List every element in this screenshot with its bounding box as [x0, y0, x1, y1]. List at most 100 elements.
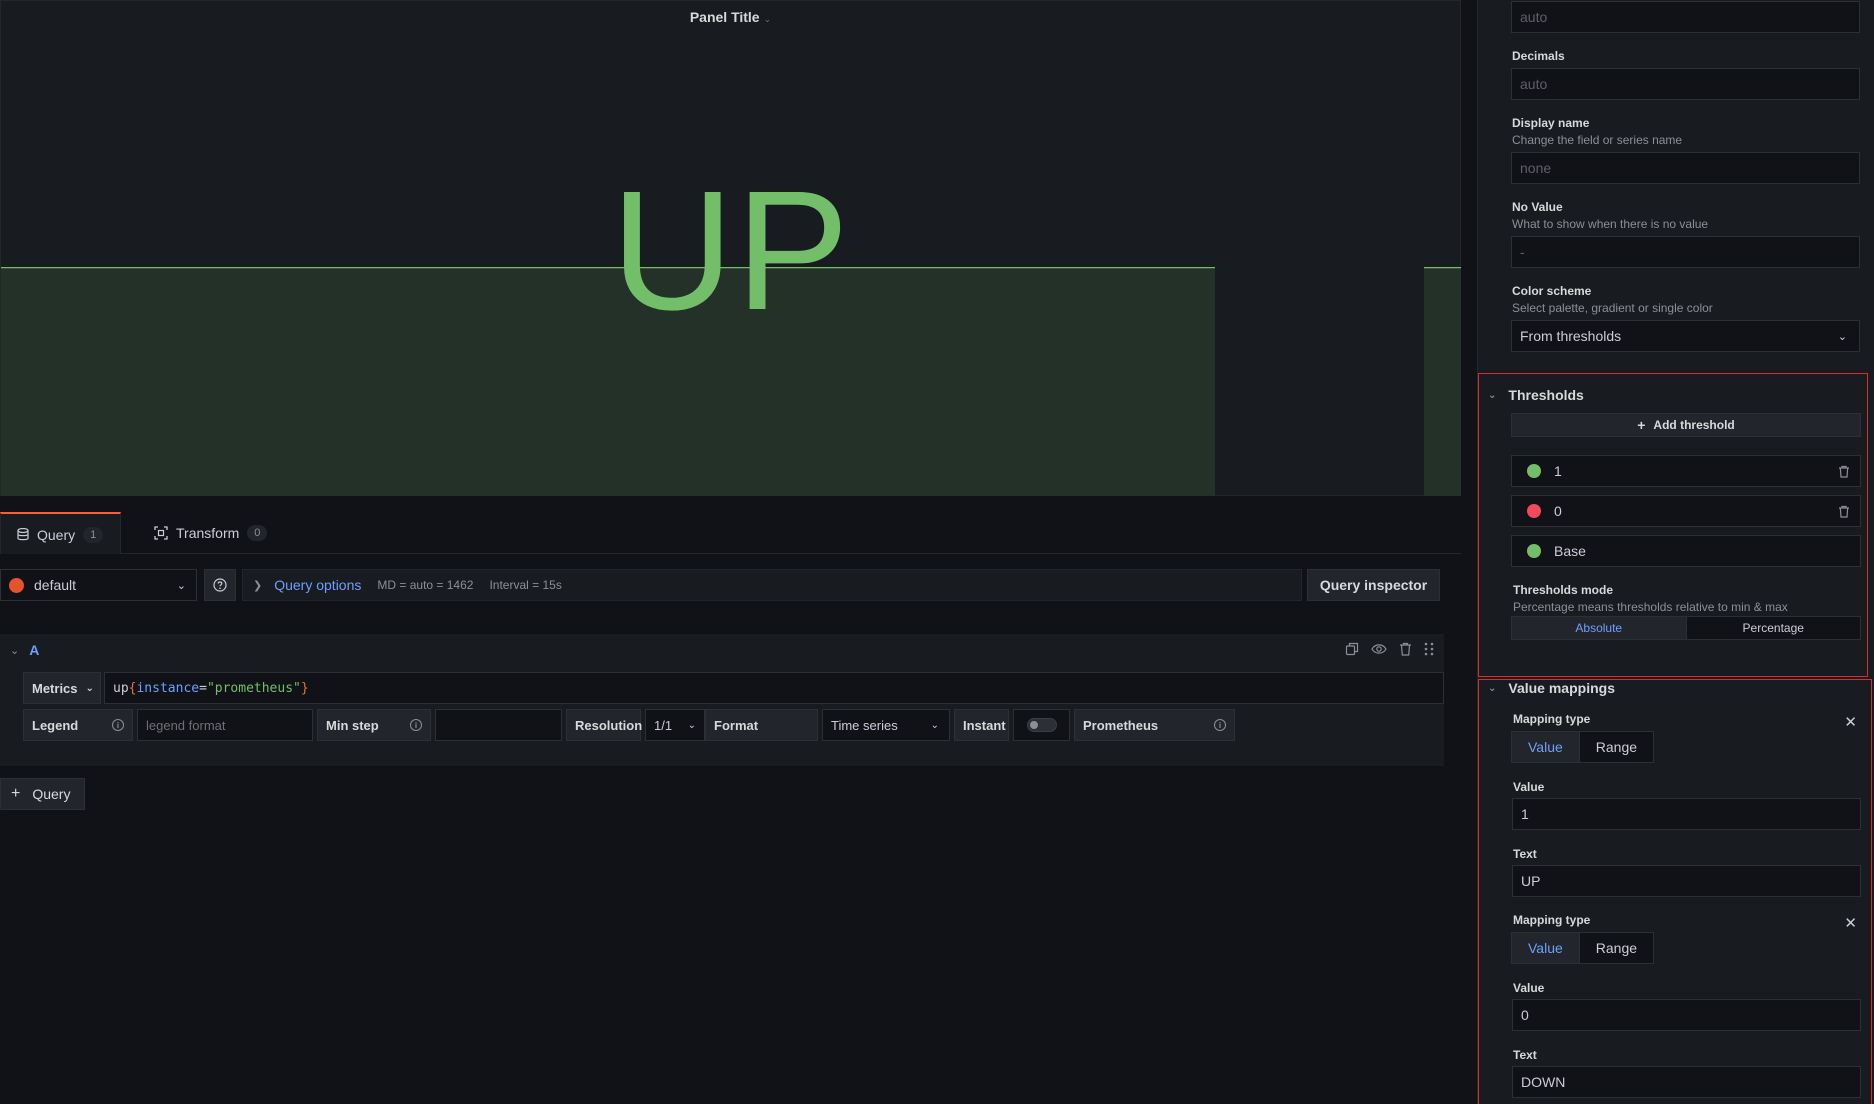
metrics-browser-button[interactable]: Metrics ⌄ [23, 672, 101, 704]
panel-editor: Panel Title ⌄ UP Query 1 Transform 0 defa… [0, 0, 1874, 1104]
min-step-label-text: Min step [326, 717, 379, 733]
mapping-value-input[interactable]: 0 [1512, 999, 1861, 1031]
chevron-down-icon: ⌄ [930, 719, 939, 731]
add-threshold-button[interactable]: + Add threshold [1511, 413, 1861, 437]
format-label: Format [705, 709, 818, 741]
threshold-color-swatch[interactable] [1527, 544, 1541, 558]
query-expression-input[interactable]: up{instance = "prometheus"} [104, 672, 1444, 704]
question-circle-icon [213, 578, 227, 592]
value-mappings-header[interactable]: ⌄ Value mappings [1488, 680, 1615, 696]
transform-icon [154, 526, 168, 540]
threshold-value: Base [1554, 543, 1586, 559]
prometheus-label: Prometheus i [1074, 709, 1235, 741]
copy-icon[interactable] [1345, 642, 1359, 656]
resolution-select[interactable]: 1/1 ⌄ [645, 709, 705, 741]
mapping-type-range[interactable]: Range [1578, 732, 1654, 762]
trash-icon[interactable] [1399, 642, 1412, 656]
add-query-label: Query [32, 786, 71, 802]
thresholds-section: ⌄ Thresholds + Add threshold 1 0 Base Th… [1478, 373, 1868, 677]
chevron-down-icon: ⌄ [1837, 331, 1847, 343]
value-mappings-title: Value mappings [1508, 680, 1615, 696]
instant-label: Instant [954, 709, 1009, 741]
mapping-text-input[interactable]: UP [1512, 865, 1861, 897]
datasource-picker[interactable]: default ⌄ [0, 569, 197, 601]
tab-transform[interactable]: Transform 0 [138, 512, 283, 554]
options-pane: auto Decimals auto Display name Change t… [1477, 0, 1874, 1104]
chevron-down-icon: ⌄ [687, 719, 696, 731]
color-scheme-select[interactable]: From thresholds ⌄ [1511, 320, 1860, 352]
instant-toggle-wrapper [1013, 709, 1070, 741]
trash-icon[interactable] [1838, 465, 1850, 478]
mapping-text-label: Text [1513, 1048, 1537, 1062]
tab-query[interactable]: Query 1 [0, 512, 121, 555]
plus-icon: + [1637, 417, 1646, 433]
datasource-name: default [34, 577, 77, 593]
instant-toggle[interactable] [1026, 718, 1057, 732]
threshold-value: 0 [1554, 503, 1562, 519]
close-icon[interactable]: ✕ [1844, 914, 1857, 932]
tab-transform-count: 0 [247, 525, 268, 541]
display-name-input[interactable]: none [1511, 152, 1860, 184]
close-icon[interactable]: ✕ [1844, 713, 1857, 731]
chevron-down-icon: ⌄ [1488, 389, 1497, 401]
min-step-input[interactable] [435, 709, 562, 741]
expr-label-value: "prometheus" [206, 680, 301, 696]
decimals-input[interactable]: auto [1511, 68, 1860, 100]
query-editor: default ⌄ ❯ Query options MD = auto = 14… [0, 554, 1461, 1104]
info-icon[interactable]: i [112, 719, 124, 731]
query-row-header[interactable]: ⌄ A [0, 634, 1444, 666]
query-inspector-button[interactable]: Query inspector [1307, 569, 1440, 601]
info-icon[interactable]: i [410, 719, 422, 731]
chevron-down-icon[interactable]: ⌄ [10, 644, 19, 657]
min-step-label: Min step i [317, 709, 431, 741]
no-value-input[interactable]: - [1511, 236, 1860, 268]
info-icon[interactable]: i [1214, 719, 1226, 731]
legend-input[interactable]: legend format [137, 709, 313, 741]
threshold-item-base[interactable]: Base [1511, 535, 1861, 567]
add-query-button[interactable]: + Query [0, 778, 85, 810]
mapping-value-input[interactable]: 1 [1512, 798, 1861, 830]
tab-query-label: Query [37, 526, 76, 543]
query-fields-row: Legend i legend format Min step i Resolu… [23, 709, 1235, 741]
threshold-value: 1 [1554, 463, 1562, 479]
mapping-type-value[interactable]: Value [1512, 933, 1579, 963]
mode-absolute-option[interactable]: Absolute [1512, 617, 1686, 639]
trash-icon[interactable] [1838, 505, 1850, 518]
format-select[interactable]: Time series ⌄ [822, 709, 950, 741]
threshold-color-swatch[interactable] [1527, 504, 1541, 518]
add-threshold-label: Add threshold [1653, 418, 1735, 432]
drag-handle-icon[interactable] [1424, 642, 1434, 656]
chevron-right-icon: ❯ [253, 579, 263, 592]
chevron-down-icon: ⌄ [176, 580, 186, 592]
tab-query-count: 1 [83, 526, 104, 543]
eye-icon[interactable] [1371, 642, 1387, 656]
mode-percentage-option[interactable]: Percentage [1685, 617, 1860, 639]
unit-input[interactable]: auto [1511, 1, 1860, 33]
mapping-type-range[interactable]: Range [1578, 933, 1654, 963]
expr-metric: up [113, 680, 129, 696]
expr-eq: = [199, 680, 207, 696]
thresholds-header[interactable]: ⌄ Thresholds [1488, 387, 1584, 403]
threshold-color-swatch[interactable] [1527, 464, 1541, 478]
mapping-value-label: Value [1513, 780, 1545, 794]
expr-label-key: instance [136, 680, 200, 696]
mapping-type-value[interactable]: Value [1512, 732, 1579, 762]
panel-title[interactable]: Panel Title ⌄ [1, 9, 1460, 25]
help-button[interactable] [204, 569, 236, 601]
mapping-text-input[interactable]: DOWN [1512, 1066, 1861, 1098]
panel-title-text: Panel Title [689, 9, 760, 25]
decimals-label: Decimals [1512, 49, 1565, 63]
value-mappings-section: ⌄ Value mappings Mapping type ✕ Value Ra… [1478, 679, 1872, 1104]
threshold-item[interactable]: 1 [1511, 455, 1861, 487]
thresholds-title: Thresholds [1508, 387, 1584, 403]
stat-value: UP [610, 156, 852, 346]
chevron-down-icon: ⌄ [85, 682, 94, 694]
query-options[interactable]: ❯ Query options MD = auto = 1462 Interva… [242, 569, 1302, 601]
resolution-value: 1/1 [654, 717, 673, 733]
threshold-item[interactable]: 0 [1511, 495, 1861, 527]
mapping-type-label: Mapping type [1513, 712, 1591, 726]
prometheus-logo-icon [9, 578, 24, 593]
prometheus-label-text: Prometheus [1083, 717, 1159, 733]
chevron-down-icon: ⌄ [1488, 682, 1497, 694]
mapping-type-radio: Value Range [1511, 932, 1655, 964]
